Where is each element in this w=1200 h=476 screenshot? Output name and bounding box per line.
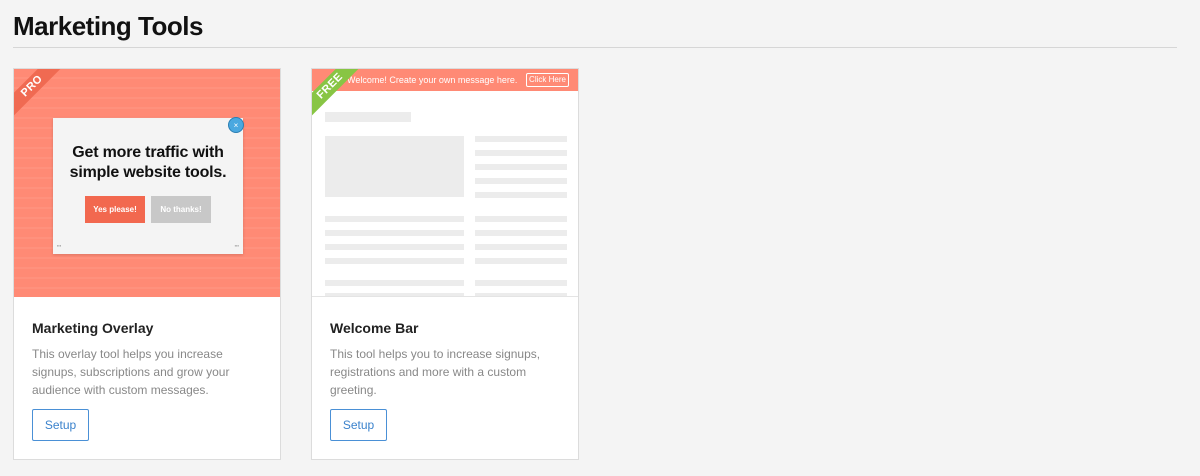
card-description: This overlay tool helps you increase sig… <box>32 347 230 397</box>
card-body: Welcome Bar This tool helps you to incre… <box>330 319 562 399</box>
placeholder-line <box>475 192 567 198</box>
popup-no-button: No thanks! <box>151 196 211 223</box>
welcome-bar-preview-image[interactable]: Welcome! Create your own message here. C… <box>312 69 578 297</box>
card-description: This tool helps you to increase signups,… <box>330 347 541 397</box>
placeholder-line <box>475 258 567 264</box>
card-body: Marketing Overlay This overlay tool help… <box>32 319 264 399</box>
tool-card-marketing-overlay: PRO Get more traffic with simple website… <box>13 68 281 460</box>
overlay-popup-mock: Get more traffic with simple website too… <box>53 118 243 254</box>
popup-footer-right-mark: ▪▪▪ <box>234 243 239 248</box>
overlay-preview-image[interactable]: PRO Get more traffic with simple website… <box>14 69 280 297</box>
placeholder-line <box>475 230 567 236</box>
popup-headline: Get more traffic with simple website too… <box>69 144 227 181</box>
welcome-bar-click-button: Click Here <box>526 73 569 87</box>
placeholder-line <box>325 216 464 222</box>
placeholder-line <box>325 280 464 286</box>
placeholder-line <box>475 244 567 250</box>
placeholder-line <box>325 258 464 264</box>
page-title: Marketing Tools <box>13 11 203 41</box>
placeholder-line <box>475 136 567 142</box>
placeholder-line <box>475 216 567 222</box>
placeholder-line <box>475 178 567 184</box>
card-title: Welcome Bar <box>330 320 419 336</box>
placeholder-line <box>475 280 567 286</box>
popup-footer-left-mark: ▪▪▪ <box>57 243 62 248</box>
placeholder-image <box>325 136 464 197</box>
pro-ribbon-badge: PRO <box>14 69 66 120</box>
close-icon: × <box>228 117 244 133</box>
placeholder-heading <box>325 112 411 122</box>
placeholder-line <box>325 244 464 250</box>
placeholder-line <box>475 164 567 170</box>
welcome-bar-text: Welcome! Create your own message here. <box>347 75 518 85</box>
tool-card-welcome-bar: Welcome! Create your own message here. C… <box>311 68 579 460</box>
title-divider <box>13 47 1177 48</box>
card-title: Marketing Overlay <box>32 320 154 336</box>
placeholder-line <box>475 150 567 156</box>
setup-button-welcome-bar[interactable]: Setup <box>330 409 387 441</box>
setup-button-marketing-overlay[interactable]: Setup <box>32 409 89 441</box>
placeholder-line <box>325 293 464 296</box>
placeholder-line <box>475 293 567 296</box>
popup-yes-button: Yes please! <box>85 196 145 223</box>
placeholder-line <box>325 230 464 236</box>
